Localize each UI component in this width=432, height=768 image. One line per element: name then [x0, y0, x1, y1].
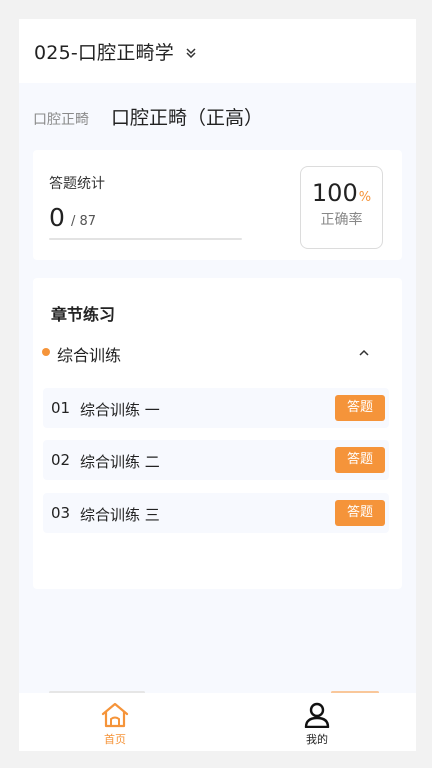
item-name: 综合训练 一: [80, 401, 160, 419]
list-item[interactable]: 01 综合训练 一 答题: [43, 388, 389, 428]
accuracy-number: 100: [311, 179, 358, 207]
answered-count: 0: [49, 203, 65, 232]
item-name: 综合训练 二: [80, 453, 160, 471]
stats-card: 答题统计 0 / 87 100% 正确率: [33, 150, 402, 260]
subject-title: 025-口腔正畸学: [34, 41, 174, 64]
home-icon: [101, 702, 129, 728]
group-name: 综合训练: [57, 346, 122, 365]
chapter-practice-card: 章节练习 综合训练 01 综合训练 一 答题 02 综合训练 二 答题 03 综…: [33, 278, 402, 589]
item-index: 03: [51, 504, 71, 522]
answer-button[interactable]: 答题: [335, 395, 385, 421]
subject-category: 口腔正畸: [33, 112, 89, 128]
answer-button[interactable]: 答题: [335, 447, 385, 473]
item-name: 综合训练 三: [80, 506, 160, 524]
bottom-tab-bar: 首页 我的: [19, 693, 416, 751]
tab-home[interactable]: 首页: [19, 693, 217, 751]
item-index: 01: [51, 399, 71, 417]
user-icon: [304, 702, 330, 728]
chevron-double-down-icon[interactable]: [184, 46, 198, 60]
chapter-group-header[interactable]: 综合训练: [42, 342, 387, 366]
subject-info: 口腔正畸 口腔正畸（正高）: [33, 103, 263, 130]
accuracy-box: 100% 正确率: [300, 166, 383, 249]
stats-label: 答题统计: [49, 176, 105, 192]
app-screen: 025-口腔正畸学 口腔正畸 口腔正畸（正高） 答题统计 0 / 87 100%…: [19, 19, 416, 751]
question-total: / 87: [71, 214, 97, 229]
group-dot: [42, 348, 50, 356]
subject-selector[interactable]: 025-口腔正畸学: [19, 19, 416, 83]
answer-button[interactable]: 答题: [335, 500, 385, 526]
section-title: 章节练习: [51, 305, 116, 324]
accuracy-unit: %: [358, 190, 372, 205]
tab-home-label: 首页: [104, 733, 126, 746]
list-item[interactable]: 03 综合训练 三 答题: [43, 493, 389, 533]
list-item[interactable]: 02 综合训练 二 答题: [43, 440, 389, 480]
progress-bar: [49, 238, 242, 240]
item-index: 02: [51, 451, 71, 469]
accuracy-value: 100%: [301, 179, 382, 207]
tab-mine-label: 我的: [306, 733, 328, 746]
chevron-up-icon[interactable]: [357, 346, 371, 360]
tab-mine[interactable]: 我的: [221, 693, 416, 751]
accuracy-label: 正确率: [320, 212, 363, 228]
subject-name: 口腔正畸（正高）: [111, 107, 264, 129]
